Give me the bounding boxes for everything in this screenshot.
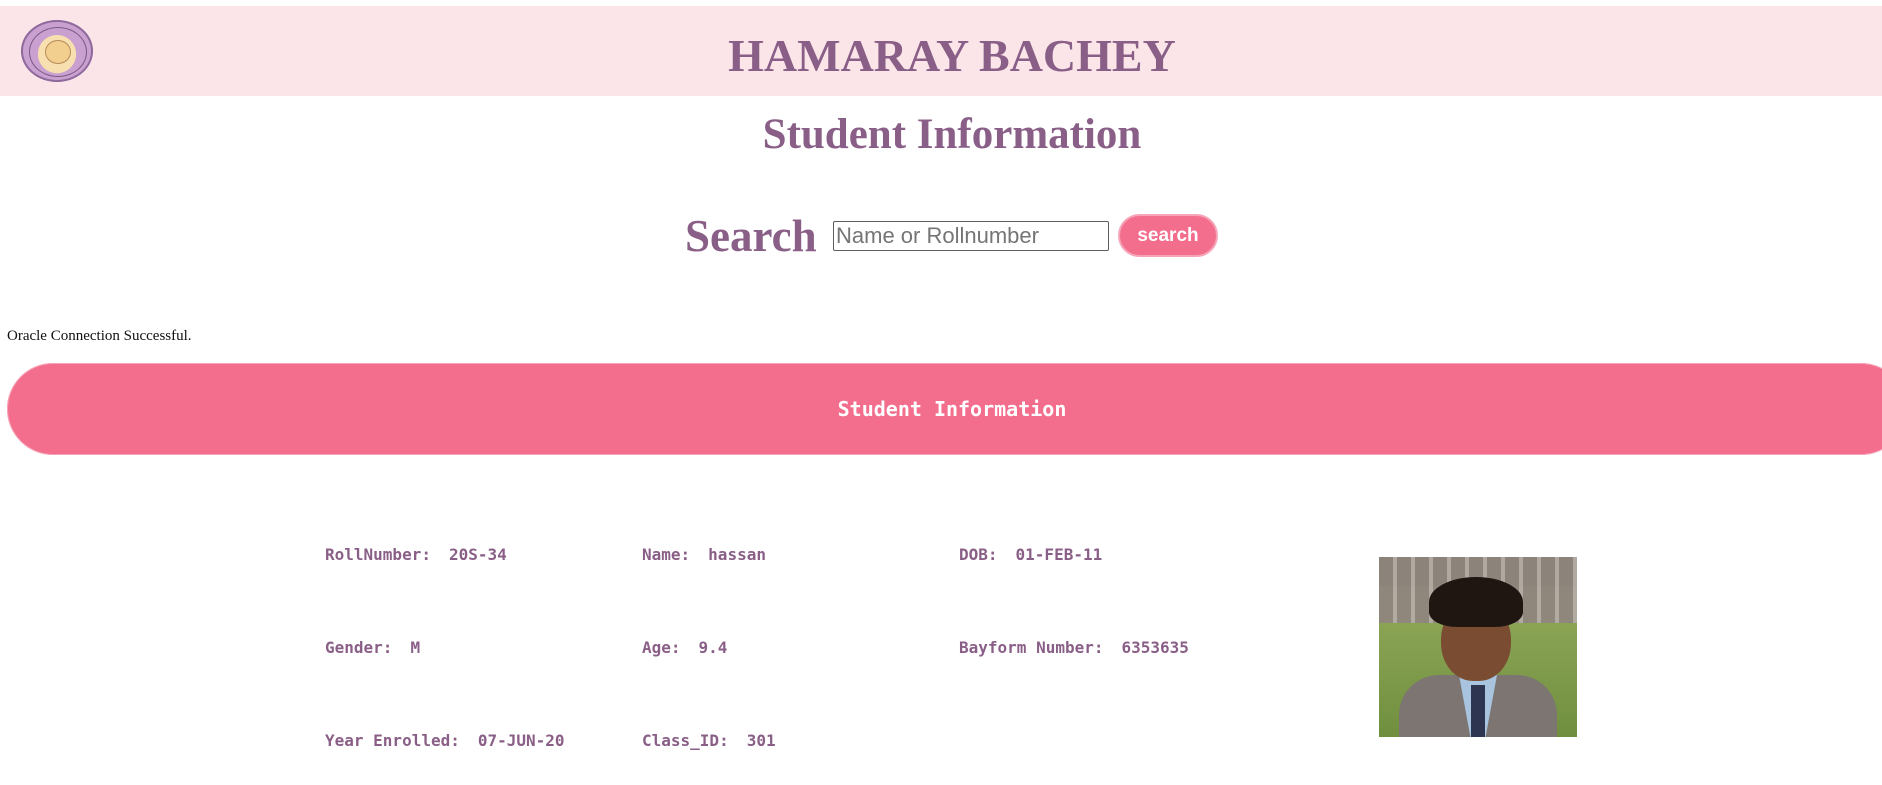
name-label: Name: bbox=[642, 545, 691, 564]
photo-hair bbox=[1429, 577, 1523, 627]
age-label: Age: bbox=[642, 638, 681, 657]
site-title: HAMARAY BACHEY bbox=[728, 30, 1176, 81]
dob-field: DOB: 01-FEB-11 bbox=[959, 545, 1102, 564]
student-photo bbox=[1379, 557, 1577, 737]
class-id-value: 301 bbox=[746, 731, 776, 750]
age-field: Age: 9.4 bbox=[642, 638, 727, 657]
roll-number-label: RollNumber: bbox=[325, 545, 431, 564]
year-enrolled-value: 07-JUN-20 bbox=[477, 731, 565, 750]
search-label: Search bbox=[685, 211, 817, 261]
search-button[interactable]: search bbox=[1118, 214, 1218, 257]
year-enrolled-field: Year Enrolled: 07-JUN-20 bbox=[325, 731, 565, 750]
search-input[interactable] bbox=[833, 221, 1109, 251]
student-info-title: Student Information bbox=[837, 397, 1067, 421]
year-enrolled-label: Year Enrolled: bbox=[325, 731, 460, 750]
bayform-number-value: 6353635 bbox=[1121, 638, 1189, 657]
gender-label: Gender: bbox=[325, 638, 393, 657]
page-heading: Student Information bbox=[762, 111, 1142, 158]
bayform-number-field: Bayform Number: 6353635 bbox=[959, 638, 1189, 657]
name-field: Name: hassan bbox=[642, 545, 766, 564]
roll-number-value: 20S-34 bbox=[448, 545, 507, 564]
gender-field: Gender: M bbox=[325, 638, 420, 657]
dob-label: DOB: bbox=[959, 545, 998, 564]
class-id-field: Class_ID: 301 bbox=[642, 731, 776, 750]
connection-status: Oracle Connection Successful. bbox=[7, 328, 192, 344]
page: HAMARAY BACHEY Student Information Searc… bbox=[0, 0, 1882, 785]
student-info-banner: Student Information bbox=[7, 363, 1882, 455]
class-id-label: Class_ID: bbox=[642, 731, 729, 750]
roll-number-field: RollNumber: 20S-34 bbox=[325, 545, 507, 564]
gender-value: M bbox=[410, 638, 421, 657]
bayform-number-label: Bayform Number: bbox=[959, 638, 1104, 657]
site-header: HAMARAY BACHEY bbox=[0, 6, 1882, 96]
age-value: 9.4 bbox=[698, 638, 728, 657]
photo-tie bbox=[1471, 685, 1485, 737]
dob-value: 01-FEB-11 bbox=[1015, 545, 1103, 564]
name-value: hassan bbox=[708, 545, 766, 564]
